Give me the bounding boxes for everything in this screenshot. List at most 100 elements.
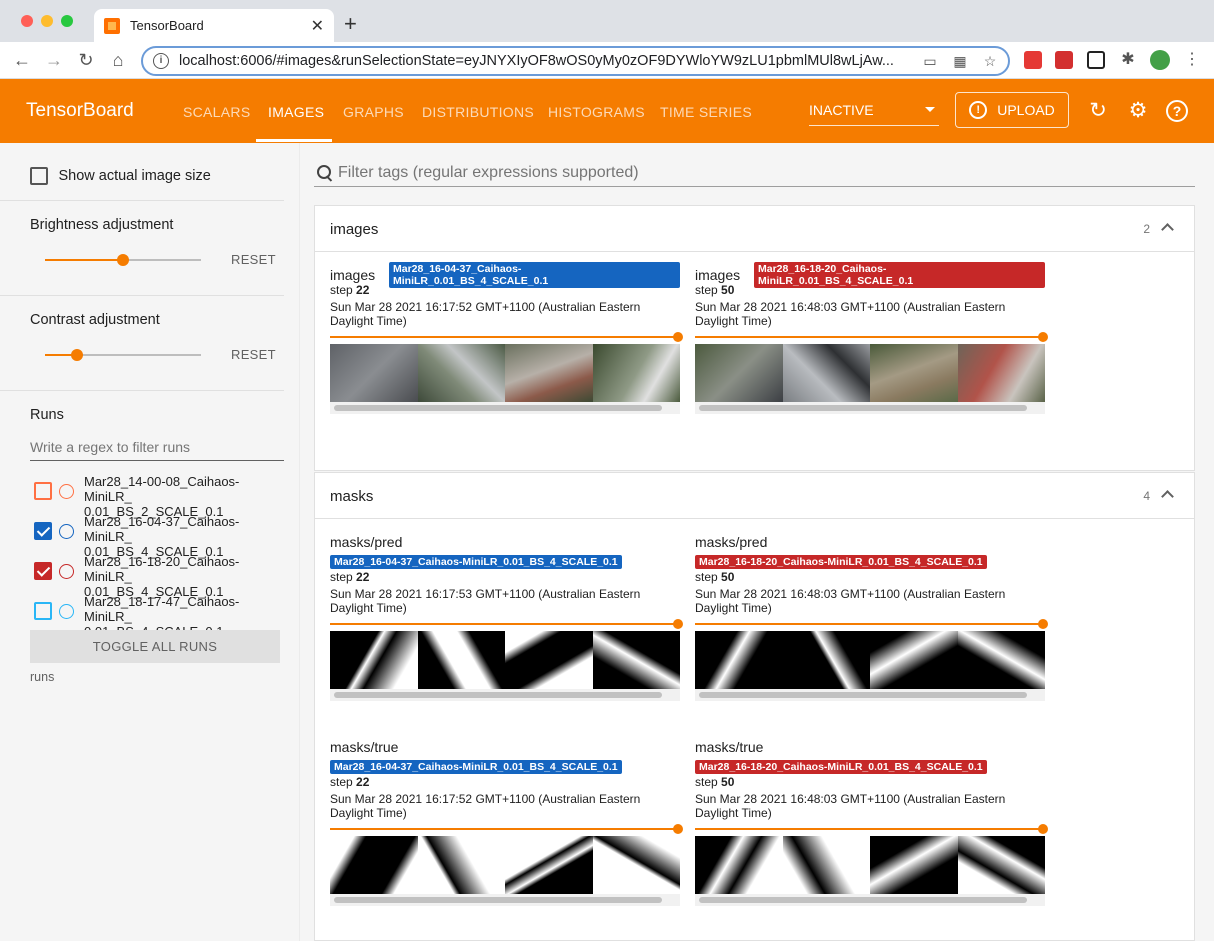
step-slider-thumb[interactable]	[1038, 332, 1048, 342]
reload-icon[interactable]: ↻	[75, 49, 97, 71]
brand-title[interactable]: TensorBoard	[26, 100, 134, 122]
group-header[interactable]: masks 4	[315, 473, 1194, 519]
card-tag: masks/pred	[330, 534, 403, 550]
step-slider-thumb[interactable]	[673, 332, 683, 342]
run-row[interactable]: Mar28_16-18-20_Caihaos-MiniLR_ 0.01_BS_4_…	[34, 554, 284, 599]
qr-code-icon[interactable]: ▦	[952, 53, 968, 69]
step-slider-thumb[interactable]	[673, 619, 683, 629]
step-slider-thumb[interactable]	[1038, 824, 1048, 834]
step-slider[interactable]	[330, 332, 683, 342]
runs-title: Runs	[30, 407, 64, 423]
red-extension-icon[interactable]	[1055, 51, 1073, 69]
chevron-up-icon[interactable]	[1161, 223, 1174, 236]
run-color-icon[interactable]	[59, 564, 74, 579]
run-color-icon[interactable]	[59, 484, 74, 499]
image-preview[interactable]	[330, 836, 680, 894]
forward-icon[interactable]: →	[43, 49, 65, 71]
brightness-slider-thumb[interactable]	[117, 254, 129, 266]
search-icon	[314, 163, 334, 183]
help-icon[interactable]: ?	[1166, 100, 1188, 122]
horizontal-scrollbar[interactable]	[330, 894, 680, 906]
brightness-slider-fill	[45, 259, 123, 261]
timestamp: Sun Mar 28 2021 16:48:03 GMT+1100 (Austr…	[695, 300, 1006, 328]
timestamp: Sun Mar 28 2021 16:17:52 GMT+1100 (Austr…	[330, 300, 641, 328]
image-size-section: Show actual image size	[0, 143, 284, 201]
extensions-puzzle-icon[interactable]: ✱	[1119, 51, 1137, 69]
horizontal-scrollbar[interactable]	[695, 894, 1045, 906]
step-slider[interactable]	[695, 824, 1048, 834]
run-row[interactable]: Mar28_18-17-47_Caihaos-MiniLR_0.01_BS_4_…	[34, 594, 284, 639]
tab-distributions[interactable]: DISTRIBUTIONS	[422, 104, 534, 120]
maximize-window-button[interactable]	[61, 15, 73, 27]
contrast-section: Contrast adjustment RESET	[0, 296, 284, 391]
step-slider[interactable]	[695, 619, 1048, 629]
profile-avatar[interactable]	[1150, 50, 1170, 70]
image-card: masks/true Mar28_16-18-20_Caihaos-MiniLR…	[695, 739, 1048, 906]
run-color-icon[interactable]	[59, 604, 74, 619]
run-checkbox[interactable]	[34, 602, 52, 620]
run-row[interactable]: Mar28_14-00-08_Caihaos-MiniLR_ 0.01_BS_2_…	[34, 474, 284, 519]
bookmark-star-icon[interactable]: ☆	[982, 53, 998, 69]
home-icon[interactable]: ⌂	[107, 49, 129, 71]
run-chip: Mar28_16-04-37_Caihaos-MiniLR_0.01_BS_4_…	[330, 555, 622, 569]
run-row[interactable]: Mar28_16-04-37_Caihaos-MiniLR_ 0.01_BS_4_…	[34, 514, 284, 559]
step-slider-thumb[interactable]	[1038, 619, 1048, 629]
gear-icon[interactable]: ⚙	[1127, 100, 1149, 122]
tab-images[interactable]: IMAGES	[268, 104, 324, 120]
card-tag: images	[330, 267, 376, 283]
tab-scalars[interactable]: SCALARS	[183, 104, 250, 120]
cast-icon[interactable]: ▭	[922, 53, 938, 69]
image-preview[interactable]	[695, 631, 1045, 689]
image-preview[interactable]	[695, 344, 1045, 402]
refresh-icon[interactable]: ↻	[1087, 100, 1109, 122]
tag-filter-input[interactable]: Filter tags (regular expressions support…	[314, 159, 1195, 187]
tab-histograms[interactable]: HISTOGRAMS	[548, 104, 645, 120]
card-tag: masks/pred	[695, 534, 768, 550]
brightness-reset-button[interactable]: RESET	[231, 252, 276, 267]
run-color-icon[interactable]	[59, 524, 74, 539]
url-text[interactable]: localhost:6006/#images&runSelectionState…	[179, 53, 908, 69]
new-tab-button[interactable]: +	[344, 11, 357, 37]
horizontal-scrollbar[interactable]	[695, 402, 1045, 414]
step-slider[interactable]	[330, 824, 683, 834]
timestamp: Sun Mar 28 2021 16:17:52 GMT+1100 (Austr…	[330, 792, 641, 820]
run-chip: Mar28_16-18-20_Caihaos-MiniLR_0.01_BS_4_…	[754, 262, 1045, 288]
run-checkbox[interactable]	[34, 482, 52, 500]
horizontal-scrollbar[interactable]	[330, 402, 680, 414]
back-icon[interactable]: ←	[11, 49, 33, 71]
toggle-all-runs-button[interactable]: TOGGLE ALL RUNS	[30, 630, 280, 663]
info-icon: !	[969, 101, 988, 119]
contrast-reset-button[interactable]: RESET	[231, 347, 276, 362]
image-preview[interactable]	[330, 631, 680, 689]
minimize-window-button[interactable]	[41, 15, 53, 27]
group-count: 2	[1143, 222, 1150, 236]
contrast-slider-thumb[interactable]	[71, 349, 83, 361]
show-actual-size-checkbox[interactable]	[30, 167, 48, 185]
step-slider[interactable]	[695, 332, 1048, 342]
browser-tab[interactable]: TensorBoard ✕	[94, 9, 334, 42]
runs-filter-input[interactable]: Write a regex to filter runs	[30, 433, 284, 461]
site-info-icon[interactable]: i	[153, 53, 169, 69]
close-tab-icon[interactable]: ✕	[311, 16, 324, 36]
horizontal-scrollbar[interactable]	[330, 689, 680, 701]
address-bar[interactable]: i localhost:6006/#images&runSelectionSta…	[141, 46, 1010, 76]
group-header[interactable]: images 2	[315, 206, 1194, 252]
runs-footer-text: runs	[30, 670, 55, 684]
upload-button[interactable]: ! UPLOAD	[955, 92, 1069, 128]
run-checkbox[interactable]	[34, 522, 52, 540]
step-slider-thumb[interactable]	[673, 824, 683, 834]
image-card: masks/pred Mar28_16-04-37_Caihaos-MiniLR…	[330, 534, 683, 701]
inactive-plugins-select[interactable]: INACTIVE	[809, 102, 939, 126]
notion-extension-icon[interactable]	[1087, 51, 1105, 69]
close-window-button[interactable]	[21, 15, 33, 27]
image-preview[interactable]	[330, 344, 680, 402]
horizontal-scrollbar[interactable]	[695, 689, 1045, 701]
step-slider[interactable]	[330, 619, 683, 629]
office-extension-icon[interactable]	[1024, 51, 1042, 69]
tab-graphs[interactable]: GRAPHS	[343, 104, 404, 120]
run-checkbox[interactable]	[34, 562, 52, 580]
browser-menu-icon[interactable]: ⋮	[1183, 51, 1201, 69]
tab-time-series[interactable]: TIME SERIES	[660, 104, 752, 120]
chevron-up-icon[interactable]	[1161, 490, 1174, 503]
image-preview[interactable]	[695, 836, 1045, 894]
